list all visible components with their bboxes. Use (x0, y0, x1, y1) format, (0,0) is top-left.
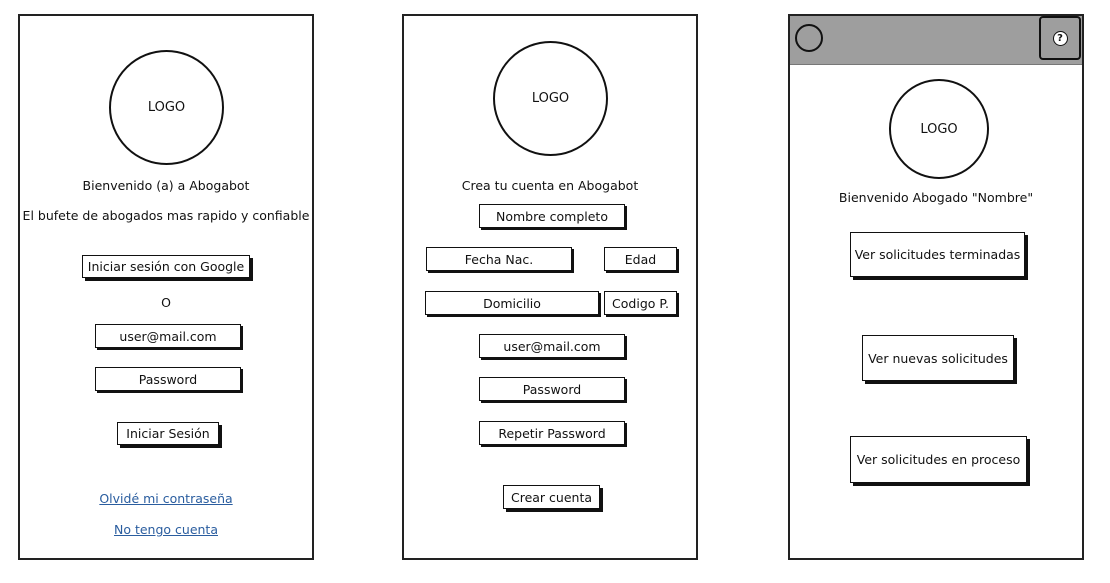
create-account-button[interactable]: Crear cuenta (503, 485, 600, 509)
welcome-text: Bienvenido (a) a Abogabot (82, 178, 250, 193)
or-separator: O (161, 295, 171, 310)
help-icon: ? (1052, 30, 1068, 46)
top-bar: ? (790, 16, 1082, 65)
register-screen: LOGO Crea tu cuenta en Abogabot Nombre c… (402, 14, 698, 560)
forgot-password-link[interactable]: Olvidé mi contraseña (20, 491, 312, 506)
password-field[interactable]: Password (479, 377, 625, 401)
register-title: Crea tu cuenta en Abogabot (461, 178, 639, 193)
logo-placeholder: LOGO (493, 41, 608, 156)
in-progress-requests-button[interactable]: Ver solicitudes en proceso (850, 436, 1027, 483)
email-field[interactable]: user@mail.com (95, 324, 241, 348)
logo-placeholder: LOGO (109, 50, 224, 165)
new-requests-button[interactable]: Ver nuevas solicitudes (862, 335, 1014, 381)
repeat-password-field[interactable]: Repetir Password (479, 421, 625, 445)
login-screen: LOGO Bienvenido (a) a Abogabot El bufete… (18, 14, 314, 560)
dashboard-screen: ? LOGO Bienvenido Abogado "Nombre" Ver s… (788, 14, 1084, 560)
postal-code-field[interactable]: Codigo P. (604, 291, 677, 315)
avatar[interactable] (795, 24, 823, 52)
password-field[interactable]: Password (95, 367, 241, 391)
forgot-password-link-text[interactable]: Olvidé mi contraseña (99, 491, 232, 506)
login-button[interactable]: Iniciar Sesión (117, 422, 219, 445)
no-account-link-text[interactable]: No tengo cuenta (114, 522, 218, 537)
no-account-link[interactable]: No tengo cuenta (20, 522, 312, 537)
address-field[interactable]: Domicilio (425, 291, 599, 315)
logo-placeholder: LOGO (889, 79, 989, 179)
finished-requests-button[interactable]: Ver solicitudes terminadas (850, 232, 1025, 277)
email-field[interactable]: user@mail.com (479, 334, 625, 358)
age-field[interactable]: Edad (604, 247, 677, 271)
help-button[interactable]: ? (1039, 16, 1081, 60)
tagline-text: El bufete de abogados mas rapido y confi… (22, 208, 310, 223)
birth-date-field[interactable]: Fecha Nac. (426, 247, 572, 271)
welcome-text: Bienvenido Abogado "Nombre" (838, 190, 1034, 205)
full-name-field[interactable]: Nombre completo (479, 204, 625, 228)
google-login-button[interactable]: Iniciar sesión con Google (82, 255, 250, 278)
